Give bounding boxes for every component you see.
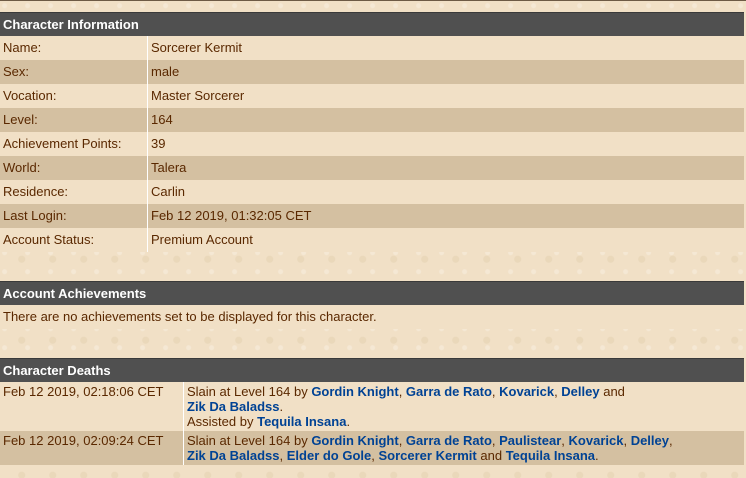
account-achievements-header: Account Achievements bbox=[0, 281, 744, 305]
info-value: Master Sorcerer bbox=[147, 84, 744, 108]
player-link[interactable]: Tequila Insana bbox=[257, 414, 346, 429]
info-label: Vocation: bbox=[0, 84, 148, 108]
info-row-achievement-points: Achievement Points: 39 bbox=[0, 132, 744, 156]
info-row-last-login: Last Login: Feb 12 2019, 01:32:05 CET bbox=[0, 204, 744, 228]
character-information-header: Character Information bbox=[0, 12, 744, 36]
player-link[interactable]: Garra de Rato bbox=[406, 433, 492, 448]
info-row-sex: Sex: male bbox=[0, 60, 744, 84]
player-link[interactable]: Garra de Rato bbox=[406, 384, 492, 399]
info-label: Level: bbox=[0, 108, 148, 132]
info-value: Premium Account bbox=[147, 228, 744, 252]
info-row-level: Level: 164 bbox=[0, 108, 744, 132]
character-information-section: Character Information Name: Sorcerer Ker… bbox=[0, 12, 744, 252]
info-value: Talera bbox=[147, 156, 744, 180]
info-value: Feb 12 2019, 01:32:05 CET bbox=[147, 204, 744, 228]
player-link[interactable]: Zik Da Baladss bbox=[187, 448, 280, 463]
character-deaths-section: Character Deaths Feb 12 2019, 02:18:06 C… bbox=[0, 358, 744, 465]
no-achievements-message: There are no achievements set to be disp… bbox=[0, 305, 744, 329]
death-date: Feb 12 2019, 02:09:24 CET bbox=[0, 431, 184, 465]
death-row: Feb 12 2019, 02:18:06 CET Slain at Level … bbox=[0, 382, 744, 431]
info-label: Name: bbox=[0, 36, 148, 60]
account-achievements-section: Account Achievements There are no achiev… bbox=[0, 281, 744, 329]
info-row-account-status: Account Status: Premium Account bbox=[0, 228, 744, 252]
player-link[interactable]: Tequila Insana bbox=[506, 448, 595, 463]
player-link[interactable]: Kovarick bbox=[499, 384, 554, 399]
info-label: Sex: bbox=[0, 60, 148, 84]
player-link[interactable]: Gordin Knight bbox=[311, 433, 398, 448]
character-deaths-table: Feb 12 2019, 02:18:06 CET Slain at Level … bbox=[0, 382, 744, 465]
info-value: Sorcerer Kermit bbox=[147, 36, 744, 60]
info-row-residence: Residence: Carlin bbox=[0, 180, 744, 204]
death-row: Feb 12 2019, 02:09:24 CET Slain at Level … bbox=[0, 431, 744, 465]
player-link[interactable]: Delley bbox=[631, 433, 669, 448]
player-link[interactable]: Paulistear bbox=[499, 433, 561, 448]
info-label: World: bbox=[0, 156, 148, 180]
achievements-row: There are no achievements set to be disp… bbox=[0, 305, 744, 329]
info-row-world: World: Talera bbox=[0, 156, 744, 180]
player-link[interactable]: Sorcerer Kermit bbox=[378, 448, 476, 463]
death-date: Feb 12 2019, 02:18:06 CET bbox=[0, 382, 184, 431]
player-link[interactable]: Delley bbox=[561, 384, 599, 399]
info-label: Achievement Points: bbox=[0, 132, 148, 156]
info-value: 164 bbox=[147, 108, 744, 132]
account-achievements-table: There are no achievements set to be disp… bbox=[0, 305, 744, 329]
player-link[interactable]: Elder do Gole bbox=[287, 448, 372, 463]
info-value: male bbox=[147, 60, 744, 84]
info-label: Last Login: bbox=[0, 204, 148, 228]
player-link[interactable]: Kovarick bbox=[569, 433, 624, 448]
info-label: Residence: bbox=[0, 180, 148, 204]
player-link[interactable]: Zik Da Baladss bbox=[187, 399, 280, 414]
character-information-table: Name: Sorcerer Kermit Sex: male Vocation… bbox=[0, 36, 744, 252]
info-value: 39 bbox=[147, 132, 744, 156]
death-description: Slain at Level 164 by Gordin Knight, Gar… bbox=[183, 382, 744, 431]
info-row-vocation: Vocation: Master Sorcerer bbox=[0, 84, 744, 108]
top-border bbox=[0, 0, 746, 1]
death-description: Slain at Level 164 by Gordin Knight, Gar… bbox=[183, 431, 744, 465]
info-label: Account Status: bbox=[0, 228, 148, 252]
info-value: Carlin bbox=[147, 180, 744, 204]
character-deaths-header: Character Deaths bbox=[0, 358, 744, 382]
player-link[interactable]: Gordin Knight bbox=[311, 384, 398, 399]
info-row-name: Name: Sorcerer Kermit bbox=[0, 36, 744, 60]
